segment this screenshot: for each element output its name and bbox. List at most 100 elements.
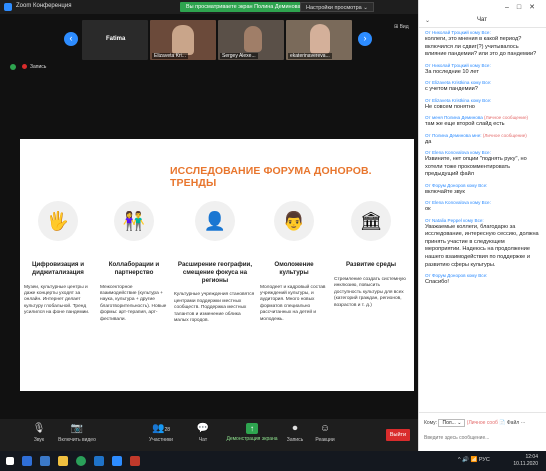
prev-page-icon[interactable]: ‹ [64, 32, 78, 46]
participant-thumbnail[interactable]: ekaterinavereva... [286, 20, 352, 60]
windows-start-icon[interactable] [6, 457, 14, 465]
chat-button[interactable]: 💬 Чат [178, 423, 228, 443]
participant-thumbnail[interactable]: Elizaveta Kri... [150, 20, 216, 60]
region-person-icon: 👤 [195, 201, 235, 241]
chat-header: –□✕ ⌄ Чат [419, 0, 546, 28]
view-layout-button[interactable]: ⊞ Вид [394, 24, 409, 30]
chat-compose: Кому: Пол... ⌄ (Личное сооб 📄 Файл ··· [419, 412, 546, 451]
app-icon[interactable] [130, 456, 140, 466]
chevron-down-icon[interactable]: ⌄ [425, 17, 430, 24]
clock[interactable]: 12:04 10.11.2020 [513, 454, 538, 468]
chat-message: От меня Полина Деминова (Личное сообщени… [425, 115, 541, 129]
message-text: Извините, нет опции "поднять руку", но х… [425, 156, 527, 178]
participant-thumbnail[interactable]: Fatima [82, 20, 148, 60]
file-explorer-icon[interactable] [58, 456, 68, 466]
private-message-label: (Личное сооб [466, 420, 498, 426]
video-off-icon: 📷 [70, 423, 84, 434]
share-arrow-icon: ↑ [246, 423, 258, 434]
chat-message-input[interactable] [424, 433, 542, 443]
participant-face [310, 24, 330, 54]
slide-column: 🏛 Развитие среды Стремление создать сист… [334, 201, 408, 309]
mute-label: Звук [33, 437, 45, 443]
reactions-label: Реакции [315, 437, 335, 443]
column-body: Культурные учреждения становятся центрам… [174, 292, 255, 324]
partnership-people-icon: 👫 [114, 201, 154, 241]
message-text: с учетом пандемии? [425, 86, 478, 93]
slide-title: ИССЛЕДОВАНИЕ ФОРУМА ДОНОРОВ. ТРЕНДЫ [170, 165, 372, 189]
window-title: Zoom Конференция [16, 3, 72, 9]
chat-panel: –□✕ ⌄ Чат От Николай Троцкий кому Все: ко… [418, 0, 546, 451]
message-text: там же еще второй слайд есть [425, 121, 505, 128]
slide-column: 👤 Расширение географии, смещение фокуса … [174, 201, 256, 325]
search-icon[interactable] [22, 456, 32, 466]
window-controls[interactable]: –□✕ [505, 3, 543, 11]
meeting-stage: ‹ Fatima Elizaveta Kri... Sergey Alexe..… [0, 14, 418, 419]
chat-bubble-icon: 💬 [196, 423, 210, 434]
chat-message: От Elena Konovalova кому Все: Извините, н… [425, 150, 541, 179]
participant-name: Elizaveta Kri... [152, 53, 188, 59]
participant-strip: ‹ Fatima Elizaveta Kri... Sergey Alexe..… [0, 20, 418, 62]
browser-icon[interactable] [94, 456, 104, 466]
message-text: Уважаемые коллеги, благодарю за исследов… [425, 223, 539, 268]
clock-time: 12:04 [525, 454, 538, 460]
title-bar: Zoom Конференция Вы просматриваете экран… [0, 0, 418, 14]
recording-indicator: Запись [22, 64, 46, 70]
file-button[interactable]: Файл [507, 420, 519, 426]
digital-hand-icon: 🖐 [38, 201, 78, 241]
column-heading: Развитие среды [345, 261, 397, 268]
more-icon[interactable]: ··· [521, 420, 526, 426]
young-person-icon: 👨 [274, 201, 314, 241]
chat-message: От Николай Троцкий кому Все: коллеги, это… [425, 30, 541, 59]
slide-column: 👫 Коллаборации и партнерство Межсекторно… [100, 201, 168, 323]
next-page-icon[interactable]: › [358, 32, 372, 46]
chat-message: От Natalia Peppel кому Все: Уважаемые кол… [425, 218, 541, 269]
encryption-shield-icon[interactable] [10, 64, 16, 70]
message-text: Не совсем понятно [425, 103, 475, 110]
message-sender: От Полина Деминова мне: (Личное сообщени… [425, 133, 541, 139]
zoom-app-icon[interactable] [112, 456, 122, 466]
recipient-select[interactable]: Пол... ⌄ [438, 419, 466, 427]
slide-column: 🖐 Цифровизация и диджитализация Музеи, к… [24, 201, 92, 317]
to-label: Кому: [424, 420, 438, 426]
participant-name: Fatima [106, 36, 126, 42]
chat-title: Чат [477, 17, 487, 23]
column-heading: Расширение географии, смещение фокуса на… [177, 261, 253, 284]
chat-messages[interactable]: От Николай Троцкий кому Все: коллеги, это… [419, 30, 546, 412]
leave-meeting-button[interactable]: Выйти [386, 429, 410, 441]
column-body: Молодеет и кадровый состав учреждений ку… [260, 284, 326, 322]
chat-message: От Elizaveta Kristkina кому Все: Не совсе… [425, 98, 541, 112]
participant-face [172, 25, 194, 55]
shared-slide: ИССЛЕДОВАНИЕ ФОРУМА ДОНОРОВ. ТРЕНДЫ 🖐 Ци… [20, 139, 414, 391]
message-text: включайте звук [425, 188, 465, 195]
column-heading: Коллаборации и партнерство [108, 261, 160, 276]
column-body: Межсекторное взаимодействие (культура + … [100, 284, 167, 322]
chat-message: От Полина Деминова мне: (Личное сообщени… [425, 133, 541, 147]
participants-label: Участники [149, 437, 173, 443]
chat-message: От Форум Доноров кому Все: Спасибо! [425, 273, 541, 287]
record-dot-icon [22, 64, 27, 69]
message-text: За последние 10 лет [425, 68, 479, 75]
chrome-icon[interactable] [76, 456, 86, 466]
start-video-button[interactable]: 📷 Включить видео [52, 423, 102, 443]
column-heading: Цифровизация и диджитализация [31, 261, 85, 276]
view-options-button[interactable]: Настройки просмотра ⌄ [300, 2, 374, 12]
message-text: Спасибо! [425, 279, 449, 286]
chat-label: Чат [198, 437, 208, 443]
participant-name: Sergey Alexe... [220, 53, 258, 59]
system-tray-icons[interactable]: ^ 🔊 📶 РУС [458, 457, 490, 463]
slide-column: 👨 Омоложение культуры Молодеет и кадровы… [260, 201, 328, 323]
windows-taskbar: ^ 🔊 📶 РУС 12:04 10.11.2020 [0, 451, 546, 471]
participants-count: 28 [164, 427, 170, 433]
environment-building-icon: 🏛 [351, 201, 391, 241]
task-view-icon[interactable] [40, 456, 50, 466]
chat-message: От Николай Троцкий кому Все: За последние… [425, 63, 541, 77]
reactions-button[interactable]: ☺ Реакции [300, 423, 350, 443]
clock-date: 10.11.2020 [513, 461, 538, 467]
recipient-row: Кому: Пол... ⌄ (Личное сооб 📄 Файл ··· [424, 419, 526, 427]
zoom-logo-icon [4, 3, 12, 11]
column-body: Стремление создать системную инклюзию, п… [334, 276, 406, 308]
private-tag: (Личное сообщение) [484, 115, 529, 121]
participant-thumbnail[interactable]: Sergey Alexe... [218, 20, 284, 60]
file-icon[interactable]: 📄 [499, 420, 505, 426]
chat-message: От Elizaveta Kristkina кому Все: с учетом… [425, 80, 541, 94]
